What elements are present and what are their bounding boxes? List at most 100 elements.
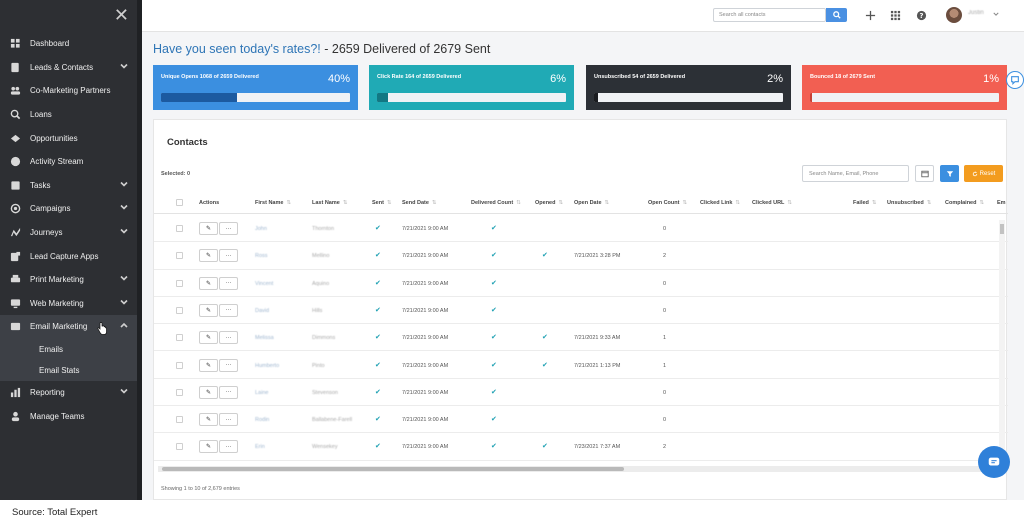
feedback-button[interactable] — [1006, 71, 1024, 89]
unique-opens-card[interactable]: Unique Opens 1068 of 2659 Delivered 40% — [153, 65, 358, 110]
row-checkbox[interactable] — [176, 334, 183, 342]
table-row[interactable]: ✎ ··· Humberto Pinto ✔ 7/21/2021 9:00 AM ✔ ✔ 7/2… — [154, 352, 1008, 379]
column-header-clicked-url[interactable]: Clicked URL ⇅ — [752, 200, 792, 206]
chevron-down-icon[interactable] — [120, 227, 128, 235]
sort-icon[interactable]: ⇅ — [516, 200, 521, 206]
more-button[interactable]: ··· — [219, 331, 238, 345]
first-name-cell[interactable]: Humberto — [255, 363, 279, 369]
sidebar-item-web-marketing[interactable]: Web Marketing — [0, 292, 137, 316]
user-avatar[interactable] — [946, 7, 962, 23]
chevron-down-icon[interactable] — [120, 180, 128, 188]
chevron-down-icon[interactable] — [120, 62, 128, 70]
chevron-down-icon[interactable] — [120, 274, 128, 282]
sidebar-item-email-marketing[interactable]: Email Marketing — [0, 315, 137, 339]
column-header-send-date[interactable]: Send Date ⇅ — [402, 200, 437, 206]
edit-button[interactable]: ✎ — [199, 440, 218, 454]
reset-button[interactable]: Reset — [964, 165, 1003, 182]
edit-button[interactable]: ✎ — [199, 331, 218, 345]
row-checkbox[interactable] — [176, 443, 183, 451]
column-header-failed[interactable]: Failed ⇅ — [853, 200, 877, 206]
sidebar-item-dashboard[interactable]: Dashboard — [0, 32, 137, 56]
columns-button[interactable] — [915, 165, 934, 182]
first-name-cell[interactable]: Erin — [255, 444, 265, 450]
filter-button[interactable] — [940, 165, 959, 182]
sort-icon[interactable]: ⇅ — [979, 200, 984, 206]
row-checkbox[interactable] — [176, 279, 183, 287]
column-header-last-name[interactable]: Last Name ⇅ — [312, 200, 347, 206]
more-button[interactable]: ··· — [219, 413, 238, 427]
row-checkbox[interactable] — [176, 306, 183, 314]
first-name-cell[interactable]: John — [255, 226, 267, 232]
unsubscribed-card[interactable]: Unsubscribed 54 of 2659 Delivered 2% — [586, 65, 791, 110]
sidebar-item-opportunities[interactable]: Opportunities — [0, 126, 137, 150]
first-name-cell[interactable]: Melissa — [255, 335, 274, 341]
column-header-sent[interactable]: Sent ⇅ — [372, 200, 392, 206]
edit-button[interactable]: ✎ — [199, 249, 218, 263]
sort-icon[interactable]: ⇅ — [343, 200, 348, 206]
sidebar-item-tasks[interactable]: Tasks — [0, 174, 137, 198]
bounced-card[interactable]: Bounced 18 of 2679 Sent 1% — [802, 65, 1007, 110]
column-header-unsubscribed[interactable]: Unsubscribed ⇅ — [887, 200, 931, 206]
edit-button[interactable]: ✎ — [199, 276, 218, 290]
sort-icon[interactable]: ⇅ — [432, 200, 437, 206]
column-header-delivered-count[interactable]: Delivered Count ⇅ — [471, 200, 521, 206]
sort-icon[interactable]: ⇅ — [787, 200, 792, 206]
sidebar-item-lead-capture-apps[interactable]: Lead Capture Apps — [0, 244, 137, 268]
sort-icon[interactable]: ⇅ — [558, 200, 563, 206]
table-row[interactable]: ✎ ··· Ross Mellino ✔ 7/21/2021 9:00 AM ✔ ✔ 7/21/… — [154, 242, 1008, 270]
help-button[interactable]: ? — [915, 9, 927, 21]
sidebar-item-reporting[interactable]: Reporting — [0, 381, 137, 405]
more-button[interactable]: ··· — [219, 276, 238, 290]
sidebar-subitem-email-stats[interactable]: Email Stats — [0, 359, 137, 381]
sidebar-item-loans[interactable]: Loans — [0, 103, 137, 127]
apps-grid-button[interactable] — [889, 9, 901, 21]
global-search-input[interactable]: Search all contacts — [713, 8, 826, 22]
close-icon[interactable]: ✕ — [114, 6, 129, 24]
more-button[interactable]: ··· — [219, 440, 238, 454]
first-name-cell[interactable]: Ross — [255, 253, 268, 259]
sort-icon[interactable]: ⇅ — [872, 200, 877, 206]
table-row[interactable]: ✎ ··· Vincent Aquino ✔ 7/21/2021 9:00 AM ✔ 0 — [154, 270, 1008, 297]
row-checkbox[interactable] — [176, 225, 183, 232]
more-button[interactable]: ··· — [219, 385, 238, 399]
chevron-down-icon[interactable] — [120, 387, 128, 395]
first-name-cell[interactable]: Rodin — [255, 417, 269, 423]
chat-button[interactable] — [978, 446, 1010, 478]
sort-icon[interactable]: ⇅ — [605, 200, 610, 206]
select-all-checkbox[interactable] — [176, 199, 183, 206]
user-name[interactable]: Justin — [968, 10, 984, 16]
row-checkbox[interactable] — [176, 252, 183, 260]
sidebar-item-print-marketing[interactable]: Print Marketing — [0, 268, 137, 292]
column-header-opened[interactable]: Opened ⇅ — [535, 200, 563, 206]
table-row[interactable]: ✎ ··· David Hills ✔ 7/21/2021 9:00 AM ✔ 0 — [154, 297, 1008, 325]
column-header-open-date[interactable]: Open Date ⇅ — [574, 200, 609, 206]
sidebar-item-co-marketing-partners[interactable]: Co-Marketing Partners — [0, 79, 137, 103]
row-checkbox[interactable] — [176, 416, 183, 424]
horizontal-scrollbar[interactable] — [158, 466, 1002, 472]
table-row[interactable]: ✎ ··· Melissa Dimmons ✔ 7/21/2021 9:00 AM ✔ ✔ 7/… — [154, 324, 1008, 352]
table-row[interactable]: ✎ ··· Rodin Ballabene-Farell ✔ 7/21/2021 9:00… — [154, 406, 1008, 434]
sidebar-item-journeys[interactable]: Journeys — [0, 221, 137, 245]
sort-icon[interactable]: ⇅ — [735, 200, 740, 206]
table-row[interactable]: ✎ ··· John Thornton ✔ 7/21/2021 9:00 AM ✔ 0 — [154, 215, 1008, 243]
more-button[interactable]: ··· — [219, 222, 238, 235]
edit-button[interactable]: ✎ — [199, 222, 218, 235]
add-button[interactable] — [864, 9, 876, 21]
contacts-search-input[interactable]: Search Name, Email, Phone — [802, 165, 909, 182]
edit-button[interactable]: ✎ — [199, 413, 218, 427]
first-name-cell[interactable]: Laine — [255, 390, 268, 396]
sidebar-item-manage-teams[interactable]: Manage Teams — [0, 404, 137, 428]
sidebar-subitem-emails[interactable]: Emails — [0, 338, 137, 360]
chevron-down-icon[interactable] — [120, 203, 128, 211]
chevron-up-icon[interactable] — [120, 321, 128, 329]
click-rate-card[interactable]: Click Rate 164 of 2659 Delivered 6% — [369, 65, 574, 110]
first-name-cell[interactable]: David — [255, 308, 269, 314]
sort-icon[interactable]: ⇅ — [286, 200, 291, 206]
column-header-clicked-link[interactable]: Clicked Link ⇅ — [700, 200, 740, 206]
row-checkbox[interactable] — [176, 388, 183, 396]
rates-link[interactable]: Have you seen today's rates?! — [153, 42, 321, 56]
vertical-scroll-thumb[interactable] — [1000, 224, 1004, 234]
chevron-down-icon[interactable] — [120, 298, 128, 306]
table-row[interactable]: ✎ ··· Erin Wensekey ✔ 7/21/2021 9:00 AM ✔ ✔ 7/23… — [154, 433, 1008, 461]
sort-icon[interactable]: ⇅ — [387, 200, 392, 206]
